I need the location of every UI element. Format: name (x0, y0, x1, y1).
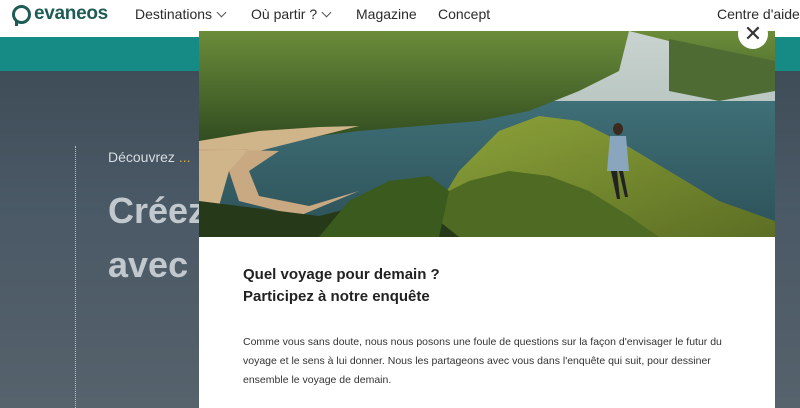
hero-eyebrow: Découvrez ... (108, 149, 190, 165)
nav-concept-label: Concept (438, 6, 491, 22)
nav-magazine-label: Magazine (356, 6, 417, 22)
survey-modal: Quel voyage pour demain ? Participez à n… (199, 31, 775, 408)
hero-eyebrow-dots: ... (178, 149, 191, 165)
nav-concept[interactable]: Concept (438, 6, 490, 22)
nav-magazine[interactable]: Magazine (356, 6, 417, 22)
logo-mark-icon (12, 4, 31, 26)
hero-title-line1: Créez (108, 190, 207, 231)
modal-title: Quel voyage pour demain ? Participez à n… (243, 264, 733, 308)
evaneos-logo[interactable]: evaneos (12, 3, 108, 26)
close-icon: ✕ (743, 21, 763, 46)
chevron-down-icon (216, 7, 227, 17)
chevron-down-icon (321, 7, 332, 17)
nav-ou-partir[interactable]: Où partir ? (251, 6, 332, 22)
close-modal-button[interactable]: ✕ (738, 19, 768, 49)
nav-ou-partir-label: Où partir ? (251, 6, 318, 22)
hero-title-line2: avec (108, 244, 189, 285)
modal-title-line2: Participez à notre enquête (243, 288, 430, 305)
nav-destinations[interactable]: Destinations (135, 6, 227, 22)
logo-text: evaneos (34, 3, 108, 24)
nav-destinations-label: Destinations (135, 6, 213, 22)
dotted-divider (75, 146, 76, 408)
hero-eyebrow-text: Découvrez (108, 149, 175, 165)
modal-hero-photo (199, 31, 775, 237)
modal-body-text: Comme vous sans doute, nous nous posons … (243, 336, 722, 386)
modal-title-line1: Quel voyage pour demain ? (243, 266, 440, 283)
